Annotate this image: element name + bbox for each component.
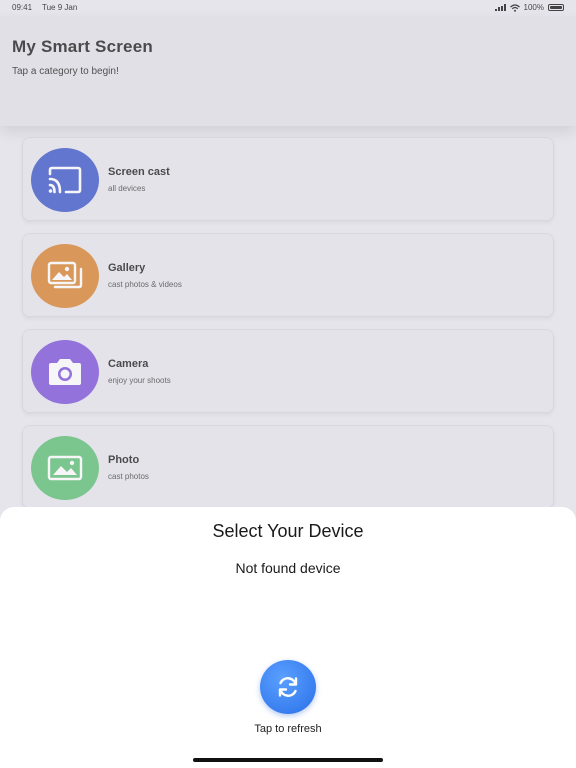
home-indicator[interactable] [193,758,383,762]
sheet-title: Select Your Device [212,521,364,541]
refresh-label: Tap to refresh [254,723,322,735]
device-select-sheet: Select Your Device Not found device Tap … [0,507,576,768]
empty-state-message: Not found device [235,560,341,576]
refresh-button[interactable] [260,660,316,714]
app-screen: 09:41 Tue 9 Jan 100% My Smart Screen Tap… [0,0,576,768]
refresh-icon [278,677,298,697]
